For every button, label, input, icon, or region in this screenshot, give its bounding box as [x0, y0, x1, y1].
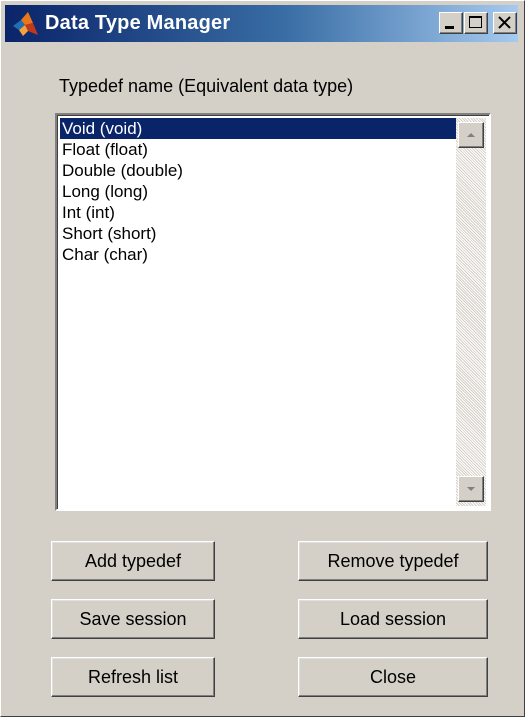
data-type-manager-window: Data Type Manager Typedef name (Equivale… [0, 0, 525, 717]
arrow-up-icon [467, 133, 475, 137]
matlab-logo-icon [11, 11, 39, 37]
list-item[interactable]: Double (double) [60, 160, 459, 181]
list-item[interactable]: Short (short) [60, 223, 459, 244]
load-session-button[interactable]: Load session [298, 599, 488, 639]
window-title: Data Type Manager [45, 12, 231, 34]
list-item[interactable]: Float (float) [60, 139, 459, 160]
maximize-button[interactable] [464, 12, 488, 34]
typedef-list-items: Void (void) Float (float) Double (double) L… [60, 118, 459, 265]
scroll-down-button[interactable] [458, 476, 484, 502]
list-item[interactable]: Long (long) [60, 181, 459, 202]
typedef-listbox[interactable]: Void (void) Float (float) Double (double) L… [55, 113, 491, 511]
arrow-down-icon [467, 487, 475, 491]
refresh-list-button[interactable]: Refresh list [51, 657, 215, 697]
list-item[interactable]: Char (char) [60, 244, 459, 265]
close-button[interactable]: Close [298, 657, 488, 697]
title-bar[interactable]: Data Type Manager [5, 5, 518, 42]
minimize-button[interactable] [439, 12, 463, 34]
add-typedef-button[interactable]: Add typedef [51, 541, 215, 581]
scroll-up-button[interactable] [458, 122, 484, 148]
save-session-button[interactable]: Save session [51, 599, 215, 639]
close-icon [498, 16, 511, 29]
list-item[interactable]: Int (int) [60, 202, 459, 223]
remove-typedef-button[interactable]: Remove typedef [298, 541, 488, 581]
list-item[interactable]: Void (void) [60, 118, 459, 139]
maximize-icon [469, 16, 482, 28]
typedef-list-label: Typedef name (Equivalent data type) [59, 76, 354, 96]
close-window-button[interactable] [493, 12, 517, 34]
minimize-icon [445, 26, 454, 29]
vertical-scrollbar[interactable] [456, 118, 486, 506]
